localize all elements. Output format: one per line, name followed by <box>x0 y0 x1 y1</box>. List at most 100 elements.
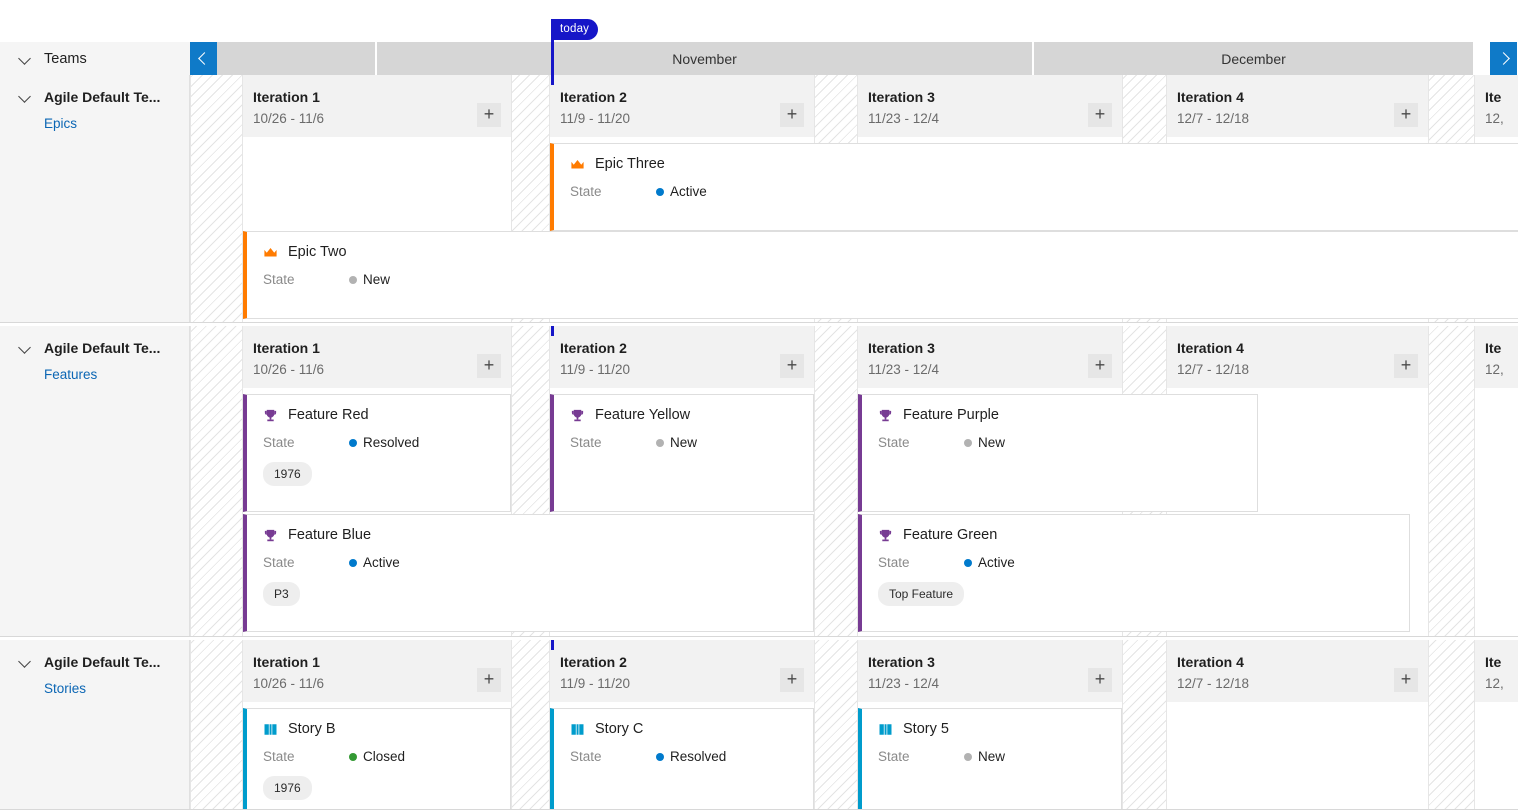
state-field-label: State <box>878 555 964 570</box>
add-item-button[interactable]: + <box>780 668 804 692</box>
iteration-dates: 12, <box>1485 676 1518 691</box>
state-field-label: State <box>878 749 964 764</box>
work-item-card[interactable]: Story B StateClosed 1976 <box>243 708 511 809</box>
work-item-card[interactable]: Feature PurpleStateNew <box>858 394 1258 512</box>
team-header[interactable]: Agile Default Te... <box>0 89 189 105</box>
team-backlog-link[interactable]: Epics <box>44 116 189 131</box>
card-state-row: StateClosed <box>263 749 510 764</box>
tag-chip[interactable]: Top Feature <box>878 582 964 606</box>
add-item-button[interactable]: + <box>1394 103 1418 127</box>
iteration-gap-column <box>1122 640 1167 809</box>
team-header[interactable]: Agile Default Te... <box>0 340 189 356</box>
add-item-button[interactable]: + <box>1088 103 1112 127</box>
iteration-gap-column <box>814 640 858 809</box>
card-title: Story 5 <box>903 721 949 737</box>
team-gutter: Agile Default Te... Features <box>0 326 190 636</box>
state-value: Active <box>363 555 400 570</box>
work-item-card[interactable]: Feature BlueStateActiveP3 <box>243 514 814 632</box>
status-badge: New <box>964 435 1005 450</box>
card-title: Story C <box>595 721 643 737</box>
work-item-card[interactable]: Feature RedStateResolved1976 <box>243 394 511 512</box>
state-value: New <box>978 435 1005 450</box>
iteration-name: Iteration 3 <box>868 89 1122 105</box>
team-row: Agile Default Te...EpicsIteration 110/26… <box>0 75 1518 323</box>
add-item-button[interactable]: + <box>477 103 501 127</box>
add-item-button[interactable]: + <box>780 354 804 378</box>
iteration-header: Ite12,+ <box>1475 75 1518 137</box>
work-item-card[interactable]: Feature YellowStateNew <box>550 394 814 512</box>
work-item-card[interactable]: Story C StateResolved <box>550 708 814 809</box>
card-title-row: Feature Blue <box>263 527 813 543</box>
card-title: Feature Purple <box>903 407 999 423</box>
month-header-segment: November <box>377 42 1034 75</box>
month-header-segment: December <box>1034 42 1475 75</box>
team-gutter: Agile Default Te... Stories <box>0 640 190 809</box>
iteration-dates: 11/23 - 12/4 <box>868 111 1122 126</box>
plan-rows-container[interactable]: Agile Default Te... Epics Iteration 110/26… <box>0 75 1518 810</box>
state-field-label: State <box>570 749 656 764</box>
add-item-button[interactable]: + <box>1088 354 1112 378</box>
team-backlog-link[interactable]: Features <box>44 367 189 382</box>
add-item-button[interactable]: + <box>780 103 804 127</box>
iteration-header: Iteration 3 11/23 - 12/4+ <box>858 75 1122 137</box>
card-tags: 1976 <box>263 462 510 486</box>
card-title-row: Epic Three <box>570 156 1518 172</box>
add-item-button[interactable]: + <box>1088 668 1112 692</box>
work-item-card[interactable]: Story 5 StateNew <box>858 708 1122 809</box>
card-title-row: Story C <box>570 721 813 737</box>
iteration-name: Iteration 1 <box>253 654 511 670</box>
iteration-header: Iteration 4 12/7 - 12/18+ <box>1167 75 1428 137</box>
iteration-name: Iteration 2 <box>560 340 814 356</box>
work-item-card[interactable]: Feature GreenStateActiveTop Feature <box>858 514 1410 632</box>
work-item-card[interactable]: Epic ThreeStateActive <box>550 143 1518 231</box>
status-badge: Active <box>656 184 707 199</box>
card-title-row: Feature Green <box>878 527 1409 543</box>
scroll-left-button[interactable] <box>190 42 217 75</box>
add-item-button[interactable]: + <box>477 354 501 378</box>
state-value: New <box>670 435 697 450</box>
iteration-gap-column <box>1428 326 1475 636</box>
iteration-name: Iteration 4 <box>1177 654 1428 670</box>
team-timeline: Iteration 110/26 - 11/6+Iteration 211/9 … <box>190 75 1518 322</box>
work-item-card[interactable]: Epic TwoStateNew <box>243 231 1518 319</box>
iteration-gap-column <box>511 640 550 809</box>
teams-header-cell[interactable]: Teams <box>0 42 190 75</box>
tag-chip[interactable]: 1976 <box>263 776 312 800</box>
tag-chip[interactable]: P3 <box>263 582 300 606</box>
iteration-name: Iteration 4 <box>1177 89 1428 105</box>
team-header[interactable]: Agile Default Te... <box>0 654 189 670</box>
state-dot-icon <box>656 188 664 196</box>
trophy-icon <box>263 528 278 543</box>
state-dot-icon <box>656 753 664 761</box>
card-title-row: Story B <box>263 721 510 737</box>
state-field-label: State <box>263 435 349 450</box>
today-line-row <box>551 640 554 650</box>
add-item-button[interactable]: + <box>1394 354 1418 378</box>
crown-icon <box>263 245 278 260</box>
iteration-header: Iteration 412/7 - 12/18+ <box>1167 326 1428 388</box>
status-badge: New <box>964 749 1005 764</box>
iteration-header: Ite12,+ <box>1475 326 1518 388</box>
iteration-gap-column <box>814 326 858 636</box>
add-item-button[interactable]: + <box>477 668 501 692</box>
card-title: Feature Blue <box>288 527 371 543</box>
tag-chip[interactable]: 1976 <box>263 462 312 486</box>
card-state-row: StateResolved <box>570 749 813 764</box>
iteration-dates: 12/7 - 12/18 <box>1177 111 1428 126</box>
state-dot-icon <box>349 439 357 447</box>
today-line-top <box>551 19 554 42</box>
today-line-row <box>551 75 554 85</box>
iteration-header: Iteration 110/26 - 11/6+ <box>243 326 511 388</box>
scroll-right-button[interactable] <box>1490 42 1517 75</box>
card-title-row: Story 5 <box>878 721 1121 737</box>
iteration-name: Ite <box>1485 89 1518 105</box>
add-item-button[interactable]: + <box>1394 668 1418 692</box>
team-backlog-link[interactable]: Stories <box>44 681 189 696</box>
iteration-dates: 11/9 - 11/20 <box>560 362 814 377</box>
iteration-header: Iteration 311/23 - 12/4+ <box>858 326 1122 388</box>
card-title: Epic Two <box>288 244 347 260</box>
chevron-left-icon <box>199 54 209 64</box>
iteration-dates: 11/23 - 12/4 <box>868 676 1122 691</box>
card-title: Feature Green <box>903 527 997 543</box>
trophy-icon <box>263 408 278 423</box>
